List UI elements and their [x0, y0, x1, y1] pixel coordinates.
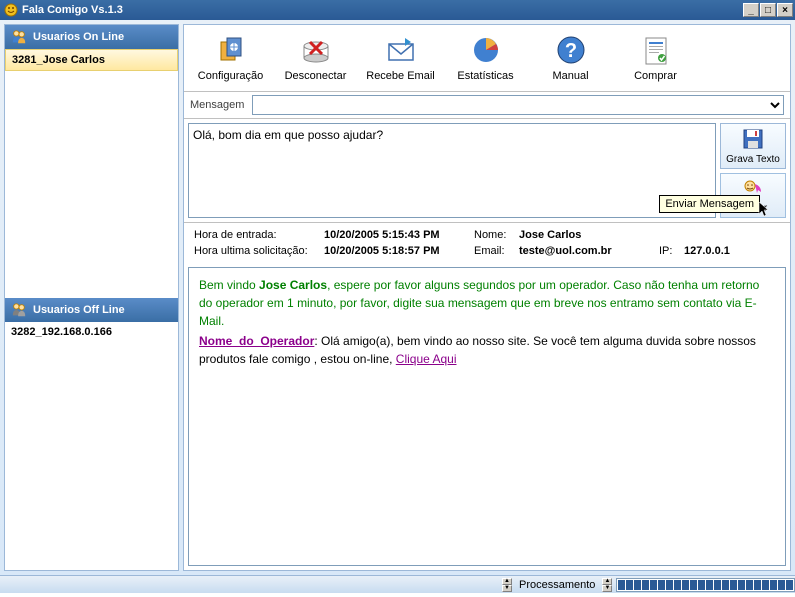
spin-up[interactable]: ▲ — [502, 578, 512, 585]
online-title: Usuarios On Line — [33, 31, 124, 43]
buy-button[interactable]: Comprar — [613, 29, 698, 87]
welcome-message: Bem vindo Jose Carlos, espere por favor … — [199, 276, 775, 330]
stats-button[interactable]: Estatísticas — [443, 29, 528, 87]
app-icon — [4, 3, 18, 17]
tooltip: Enviar Mensagem — [659, 195, 760, 213]
offline-panel-header: Usuarios Off Line — [5, 298, 178, 322]
user-item[interactable]: 3281_Jose Carlos — [5, 49, 178, 71]
cursor-icon — [758, 201, 772, 217]
receive-email-button[interactable]: Recebe Email — [358, 29, 443, 87]
compose-row: Grava Texto Enviar Enviar Mensagem — [184, 119, 790, 222]
entry-time-value: 10/20/2005 5:15:43 PM — [324, 229, 474, 241]
save-text-button[interactable]: Grava Texto — [720, 123, 786, 169]
name-value: Jose Carlos — [519, 229, 659, 241]
save-icon — [741, 127, 765, 151]
save-text-label: Grava Texto — [726, 154, 780, 165]
config-button[interactable]: Configuração — [188, 29, 273, 87]
message-select[interactable] — [252, 95, 784, 115]
offline-title: Usuarios Off Line — [33, 304, 125, 316]
titlebar: Fala Comigo Vs.1.3 _ □ × — [0, 0, 795, 20]
welcome-prefix: Bem vindo — [199, 278, 259, 292]
disconnect-button[interactable]: Desconectar — [273, 29, 358, 87]
email-icon — [385, 34, 417, 66]
info-bar: Hora de entrada: 10/20/2005 5:15:43 PM N… — [184, 222, 790, 263]
operator-message: Nome_do_Operador: Olá amigo(a), bem vind… — [199, 332, 775, 368]
email-label: Email: — [474, 245, 519, 257]
spinner[interactable]: ▲ ▼ — [502, 578, 512, 592]
config-icon — [215, 34, 247, 66]
message-label: Mensagem — [190, 99, 244, 111]
spin-down2[interactable]: ▼ — [602, 585, 612, 592]
close-button[interactable]: × — [777, 3, 793, 17]
stats-label: Estatísticas — [457, 70, 513, 82]
operator-name: Nome_do_Operador — [199, 334, 314, 348]
email-label: Recebe Email — [366, 70, 434, 82]
users-offline-icon — [11, 302, 27, 318]
spin-up2[interactable]: ▲ — [602, 578, 612, 585]
ip-label: IP: — [659, 245, 684, 257]
status-label: Processamento — [516, 579, 598, 591]
maximize-button[interactable]: □ — [760, 3, 776, 17]
minimize-button[interactable]: _ — [743, 3, 759, 17]
svg-text:?: ? — [564, 40, 576, 62]
disconnect-label: Desconectar — [285, 70, 347, 82]
entry-time-label: Hora de entrada: — [194, 229, 324, 241]
name-label: Nome: — [474, 229, 519, 241]
buy-label: Comprar — [634, 70, 677, 82]
toolbar: Configuração Desconectar Recebe Email Es… — [184, 25, 790, 92]
online-panel-header: Usuarios On Line — [5, 25, 178, 49]
progress-bar — [616, 578, 795, 592]
buy-icon — [640, 34, 672, 66]
ip-value: 127.0.0.1 — [684, 245, 754, 257]
users-online-icon — [11, 29, 27, 45]
manual-icon: ? — [555, 34, 587, 66]
online-user-list[interactable]: 3281_Jose Carlos — [5, 49, 178, 298]
last-request-label: Hora ultima solicitação: — [194, 245, 324, 257]
sidebar: Usuarios On Line 3281_Jose Carlos Usuari… — [4, 24, 179, 571]
window-title: Fala Comigo Vs.1.3 — [22, 4, 743, 16]
message-select-row: Mensagem — [184, 92, 790, 119]
main-area: Usuarios On Line 3281_Jose Carlos Usuari… — [0, 20, 795, 575]
side-buttons: Grava Texto Enviar Enviar Mensagem — [720, 119, 790, 222]
click-here-link[interactable]: Clique Aqui — [396, 352, 457, 366]
manual-button[interactable]: ? Manual — [528, 29, 613, 87]
chat-log[interactable]: Bem vindo Jose Carlos, espere por favor … — [188, 267, 786, 566]
offline-user-list[interactable]: 3282_192.168.0.166 — [5, 322, 178, 571]
disconnect-icon — [300, 34, 332, 66]
window-buttons: _ □ × — [743, 3, 793, 17]
welcome-name: Jose Carlos — [259, 278, 327, 292]
user-item[interactable]: 3282_192.168.0.166 — [5, 322, 178, 342]
stats-icon — [470, 34, 502, 66]
spin-down[interactable]: ▼ — [502, 585, 512, 592]
email-value: teste@uol.com.br — [519, 245, 659, 257]
config-label: Configuração — [198, 70, 263, 82]
compose-textarea[interactable] — [188, 123, 716, 218]
statusbar: ▲ ▼ Processamento ▲ ▼ — [0, 575, 795, 593]
spinner2[interactable]: ▲ ▼ — [602, 578, 612, 592]
last-request-value: 10/20/2005 5:18:57 PM — [324, 245, 474, 257]
content-area: Configuração Desconectar Recebe Email Es… — [183, 24, 791, 571]
manual-label: Manual — [552, 70, 588, 82]
